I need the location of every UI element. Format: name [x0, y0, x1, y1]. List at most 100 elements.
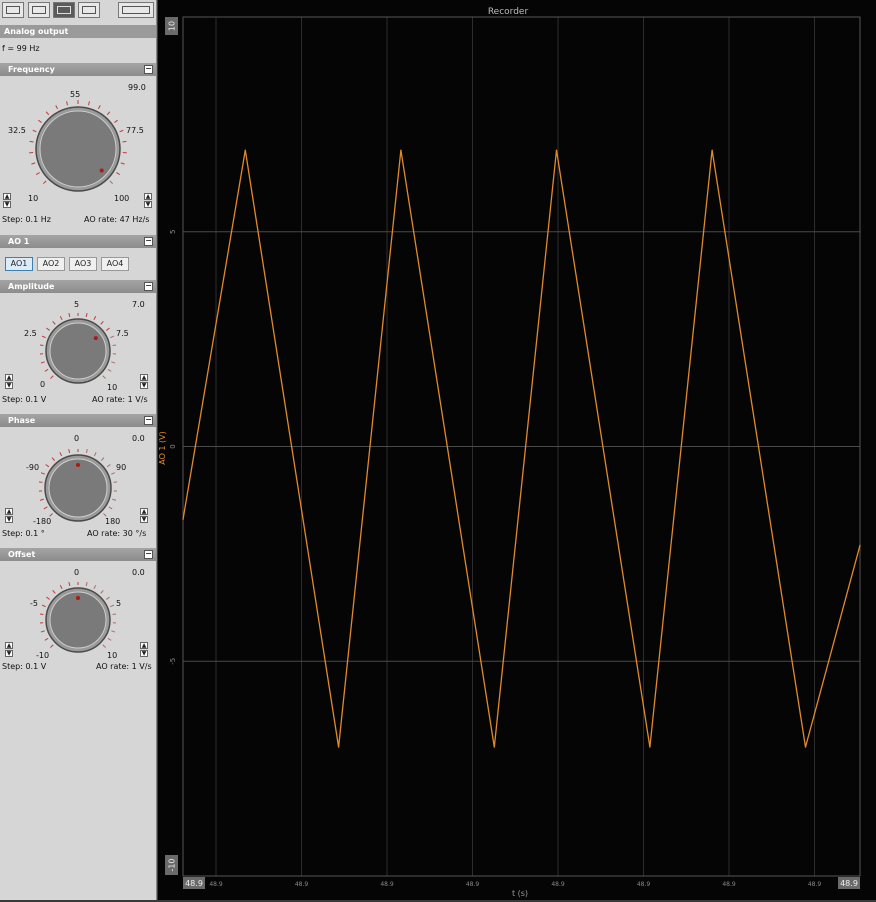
knob-tick	[60, 316, 62, 320]
knob-indicator	[76, 463, 80, 467]
knob-tick	[39, 482, 42, 483]
knob-tick	[114, 482, 117, 483]
y-axis-label: AO 1 (V)	[158, 431, 167, 465]
knob-tick	[41, 362, 45, 363]
x-min-box[interactable]: 48.9	[183, 877, 205, 889]
knob-tick	[120, 130, 124, 132]
meter-icon[interactable]	[2, 2, 24, 18]
y-min-box[interactable]: -10	[165, 855, 178, 875]
frequency-knob[interactable]	[26, 100, 130, 198]
offset-label-right: 5	[116, 599, 121, 608]
knob-tick	[43, 181, 46, 184]
knob-tick	[114, 120, 117, 122]
amplitude-value: 7.0	[132, 300, 145, 309]
tab-ao4[interactable]: AO4	[101, 257, 129, 271]
knob-tick	[40, 345, 43, 346]
knob-tick	[46, 597, 49, 599]
scope-icon[interactable]	[78, 2, 100, 18]
knob-indicator	[76, 596, 80, 600]
phase-step: Step: 0.1 °	[2, 529, 45, 538]
x-min-box-text: 48.9	[185, 879, 203, 888]
knob-tick	[107, 464, 110, 466]
offset-spinner-right[interactable]: ▲▼	[140, 642, 148, 657]
knob-tick	[108, 638, 111, 640]
knob-tick	[42, 336, 46, 338]
y-tick-label: -5	[169, 658, 177, 665]
amplitude-rate: AO rate: 1 V/s	[92, 395, 148, 404]
offset-knob[interactable]	[40, 582, 116, 658]
x-tick-label: 48.9	[722, 881, 736, 888]
knob-tick	[106, 328, 109, 330]
amplitude-header[interactable]: Amplitude −	[0, 280, 156, 293]
generator-icon[interactable]	[53, 2, 75, 18]
tab-ao1[interactable]: AO1	[5, 257, 33, 271]
knob-tick	[94, 316, 96, 320]
amplitude-spinner-right[interactable]: ▲▼	[140, 374, 148, 389]
offset-header[interactable]: Offset −	[0, 548, 156, 561]
knob-indicator	[100, 169, 104, 173]
tab-ao2[interactable]: AO2	[37, 257, 65, 271]
collapse-icon[interactable]: −	[144, 65, 153, 74]
recorder-icon[interactable]	[28, 2, 50, 18]
knob-tick	[110, 336, 114, 338]
tab-ao3[interactable]: AO3	[69, 257, 97, 271]
frequency-spinner-right[interactable]: ▲▼	[144, 193, 152, 208]
knob-tick	[46, 464, 49, 466]
phase-header[interactable]: Phase −	[0, 414, 156, 427]
knob-face	[40, 111, 116, 187]
frequency-rate: AO rate: 47 Hz/s	[84, 215, 149, 224]
phase-spinner-left[interactable]: ▲▼	[5, 508, 13, 523]
knob-tick	[111, 362, 115, 363]
frequency-spinner-left[interactable]: ▲▼	[3, 193, 11, 208]
frequency-label-left: 32.5	[8, 126, 26, 135]
knob-tick	[36, 173, 39, 175]
knob-tick	[46, 112, 49, 115]
knob-tick	[103, 645, 106, 648]
y-max-box[interactable]: 10	[165, 17, 178, 35]
phase-spinner-right[interactable]: ▲▼	[140, 508, 148, 523]
phase-label-top: 0	[74, 434, 79, 443]
frequency-header[interactable]: Frequency −	[0, 63, 156, 76]
knob-tick	[89, 101, 90, 105]
amplitude-label-right: 7.5	[116, 329, 129, 338]
amplitude-knob[interactable]	[40, 313, 116, 389]
collapse-icon[interactable]: −	[144, 282, 153, 291]
series-point	[245, 150, 246, 151]
ao-title: AO 1	[8, 237, 29, 246]
series-point	[494, 747, 495, 748]
x-tick-label: 48.9	[209, 881, 223, 888]
amplitude-spinner-left[interactable]: ▲▼	[5, 374, 13, 389]
knob-tick	[112, 499, 116, 500]
frequency-readout: f = 99 Hz	[2, 44, 40, 53]
offset-step: Step: 0.1 V	[2, 662, 46, 671]
y-tick-label: 0	[169, 444, 177, 448]
amplitude-step: Step: 0.1 V	[2, 395, 46, 404]
knob-tick	[113, 345, 116, 346]
x-max-box[interactable]: 48.9	[838, 877, 860, 889]
amplitude-label-top: 5	[74, 300, 79, 309]
device-icon[interactable]	[118, 2, 154, 18]
collapse-icon[interactable]: −	[144, 416, 153, 425]
knob-tick	[52, 458, 55, 461]
amplitude-title: Amplitude	[8, 282, 54, 291]
collapse-icon[interactable]: −	[144, 550, 153, 559]
knob-tick	[110, 181, 113, 184]
plot-background	[158, 0, 876, 900]
series-point	[805, 747, 806, 748]
recorder-panel: Recorder50-510-1048.948.948.948.948.948.…	[158, 0, 876, 900]
phase-label-right: 90	[116, 463, 126, 472]
knob-face	[50, 592, 106, 648]
analog-output-panel: Analog output f = 99 Hz Frequency − 99.0…	[0, 0, 157, 900]
knob-face	[50, 323, 106, 379]
knob-tick	[101, 321, 104, 324]
knob-tick	[116, 173, 119, 175]
knob-tick	[121, 163, 125, 164]
ao-header[interactable]: AO 1 −	[0, 235, 156, 248]
panel-title: Analog output	[0, 25, 156, 38]
x-tick-label: 48.9	[637, 881, 651, 888]
offset-spinner-left[interactable]: ▲▼	[5, 642, 13, 657]
recorder-chart[interactable]: Recorder50-510-1048.948.948.948.948.948.…	[158, 0, 876, 900]
phase-knob[interactable]	[39, 449, 117, 527]
phase-label-left: -90	[26, 463, 39, 472]
collapse-icon[interactable]: −	[144, 237, 153, 246]
